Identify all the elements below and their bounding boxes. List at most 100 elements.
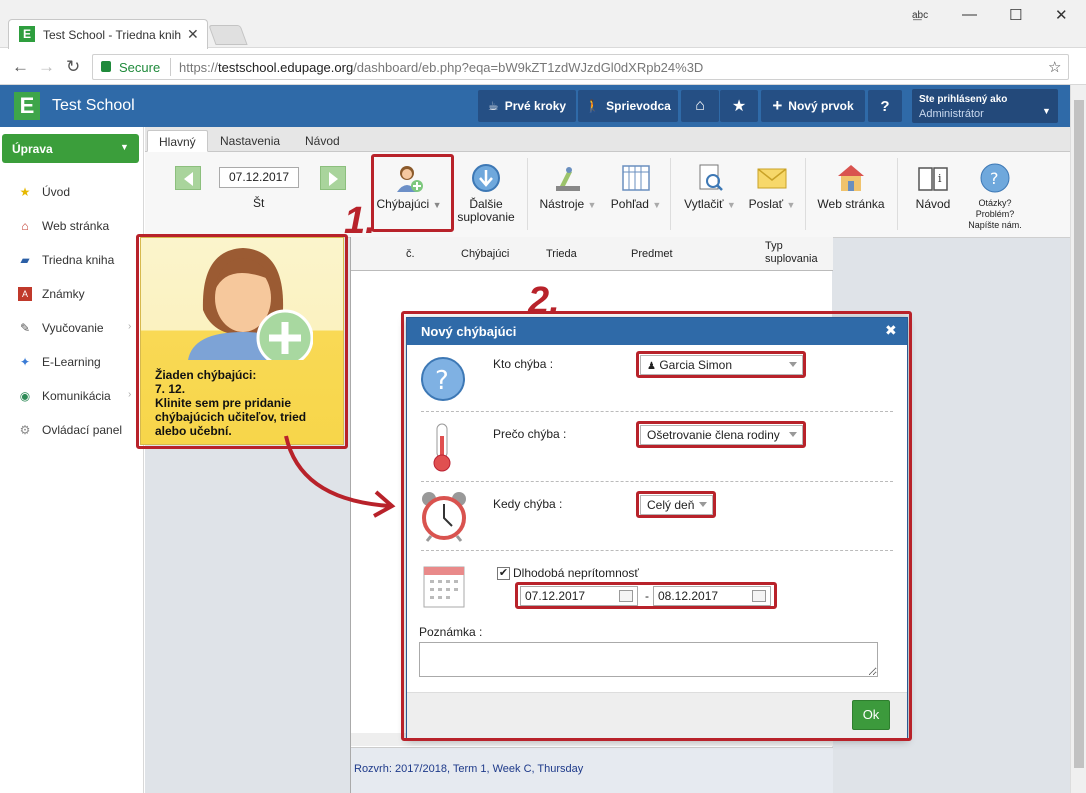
arrow-right-icon (328, 172, 338, 186)
lock-icon (101, 61, 111, 72)
tools-button[interactable]: Nástroje ▼ (532, 160, 604, 232)
print-label: Vytlačiť (684, 197, 724, 211)
scrollbar-thumb[interactable] (1074, 100, 1084, 768)
edupage-logo-icon[interactable]: E (14, 92, 40, 120)
sidebar-item-intro[interactable]: ★ Úvod (0, 175, 143, 209)
next-day-button[interactable] (320, 166, 346, 190)
web-page-label: Web stránka (817, 197, 885, 211)
web-page-button[interactable]: Web stránka (812, 160, 890, 232)
prev-day-button[interactable] (175, 166, 201, 190)
url-input[interactable]: Secure https://testschool.edupage.org/da… (92, 54, 1069, 80)
tools-icon (556, 167, 580, 191)
help-button[interactable]: ? (868, 90, 902, 122)
col-type[interactable]: Typ (765, 240, 783, 252)
favorites-button[interactable]: ★ (720, 90, 758, 122)
sidebar-item-teaching[interactable]: ✎ Vyučovanie › (0, 311, 143, 345)
school-name[interactable]: Test School (52, 97, 135, 115)
sidebar-item-grades[interactable]: A Známky (0, 277, 143, 311)
teaching-icon: ✎ (19, 321, 31, 335)
book-icon: ▰ (20, 253, 30, 267)
arrow-left-icon (183, 172, 193, 186)
col-number[interactable]: č. (406, 248, 415, 260)
new-item-label: Nový prvok (788, 99, 854, 113)
question-circle-icon: ? (980, 163, 1010, 193)
close-window-icon[interactable]: ✕ (1055, 6, 1068, 24)
plus-icon: + (772, 96, 783, 115)
who-highlight-frame (636, 351, 806, 378)
reload-icon[interactable]: ↻ (66, 57, 80, 77)
sidebar-item-web[interactable]: ⌂ Web stránka (0, 209, 143, 243)
cup-icon: ☕ (487, 99, 499, 113)
user-name: Administrátor (919, 108, 984, 120)
app-header: E Test School ☕ Prvé kroky 🚶 Sprievodca ⌂ … (0, 85, 1070, 127)
bookmark-star-icon[interactable]: ☆ (1048, 58, 1061, 76)
new-tab-button[interactable] (208, 25, 248, 45)
next-substitution-button[interactable]: Ďalšie suplovanie (450, 160, 522, 232)
step1-label: 1. (344, 200, 376, 242)
print-button[interactable]: Vytlačiť ▼ (675, 160, 745, 232)
next-sub-label-2: suplovanie (457, 210, 515, 224)
sidebar-item-label: E-Learning (42, 355, 101, 369)
tab-guide[interactable]: Návod (294, 130, 351, 152)
browser-tab[interactable]: E Test School - Triedna knih ✕ (8, 19, 208, 49)
sidebar-item-classbook[interactable]: ▰ Triedna kniha (0, 243, 143, 277)
tab-main[interactable]: Hlavný (147, 130, 208, 152)
send-button[interactable]: Poslať ▼ (741, 160, 803, 232)
col-absent[interactable]: Chýbajúci (461, 248, 509, 260)
tab-title: Test School - Triedna knih (43, 28, 182, 42)
toolbar-divider (805, 158, 806, 230)
svg-text:i: i (938, 172, 942, 185)
guide-toolbar-button[interactable]: i Návod (905, 160, 961, 232)
control-panel-icon: ⚙ (19, 423, 31, 437)
page-scrollbar[interactable] (1070, 85, 1086, 793)
sidebar-item-elearning[interactable]: ✦ E-Learning (0, 345, 143, 379)
view-button[interactable]: Pohľad ▼ (601, 160, 671, 232)
user-menu[interactable]: Ste prihlásený ako Administrátor ▼ (912, 89, 1058, 123)
col-subject[interactable]: Predmet (631, 248, 673, 260)
sidebar: Úprava ▼ ★ Úvod ⌂ Web stránka ▰ Triedna … (0, 127, 144, 793)
grades-icon: A (18, 287, 32, 301)
chevron-down-icon: ▼ (652, 200, 662, 210)
sidebar-item-communication[interactable]: ◉ Komunikácia › (0, 379, 143, 413)
guide-toolbar-label: Návod (915, 197, 951, 211)
view-label: Pohľad (610, 197, 649, 211)
day-name: Št (253, 196, 265, 210)
maximize-icon[interactable]: ☐ (1009, 6, 1022, 24)
questions-label-1: Otázky? (978, 198, 1012, 208)
forward-arrow-icon[interactable]: → (38, 57, 55, 77)
guide-button[interactable]: 🚶 Sprievodca (578, 90, 678, 122)
new-item-button[interactable]: + Nový prvok (761, 90, 865, 122)
minimize-icon[interactable]: — (962, 6, 977, 23)
date-field[interactable]: 07.12.2017 (219, 167, 299, 188)
sidebar-item-label: Ovládací panel (42, 423, 123, 437)
col-class[interactable]: Trieda (546, 248, 577, 260)
walking-person-icon: 🚶 (585, 99, 601, 113)
questions-label-2: Problém? (975, 209, 1015, 219)
home-button[interactable]: ⌂ (681, 90, 719, 122)
toolbar-divider (897, 158, 898, 230)
callout-highlight-frame (136, 234, 348, 449)
address-bar: ← → ↻ Secure https://testschool.edupage.… (0, 49, 1086, 85)
questions-label-3: Napíšte nám. (968, 220, 1022, 230)
close-tab-icon[interactable]: ✕ (187, 26, 199, 43)
sidebar-item-control-panel[interactable]: ⚙ Ovládací panel (0, 413, 143, 447)
edit-button[interactable]: Úprava ▼ (2, 134, 139, 163)
questions-button[interactable]: ? Otázky? Problém? Napíšte nám. (963, 160, 1027, 232)
when-highlight-frame (636, 491, 716, 518)
dates-highlight-frame (515, 582, 777, 609)
col-type-2[interactable]: suplovania (765, 253, 818, 265)
toolbar-divider (527, 158, 528, 230)
sidebar-item-label: Vyučovanie (42, 321, 104, 335)
tab-settings[interactable]: Nastavenia (209, 130, 291, 152)
school-building-icon (838, 165, 864, 191)
chevron-down-icon: ▼ (120, 142, 129, 152)
annotation-arrow-icon (284, 435, 396, 518)
back-arrow-icon[interactable]: ← (12, 57, 29, 77)
extension-icon[interactable]: a͟bc (912, 10, 928, 21)
sidebar-item-label: Komunikácia (42, 389, 111, 403)
secure-label: Secure (119, 60, 161, 75)
first-steps-button[interactable]: ☕ Prvé kroky (478, 90, 576, 122)
help-icon: ? (880, 97, 890, 115)
edupage-favicon-icon: E (19, 26, 35, 42)
chevron-right-icon: › (128, 321, 132, 332)
